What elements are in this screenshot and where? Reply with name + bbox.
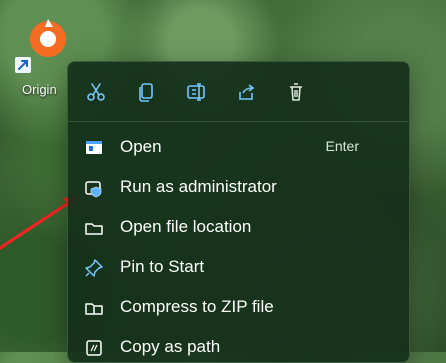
origin-app-icon (30, 19, 66, 57)
menu-item-run-as-administrator[interactable]: Run as administrator (68, 167, 409, 207)
menu-item-label: Run as administrator (120, 177, 277, 196)
share-icon (239, 84, 255, 100)
rename-button[interactable] (184, 80, 208, 104)
copy-button[interactable] (134, 80, 158, 104)
menu-item-label: Copy as path (120, 337, 221, 356)
copy-path-icon (86, 340, 102, 356)
menu-item-copy-as-path[interactable]: Copy as path (68, 327, 409, 362)
shortcut-arrow-icon (15, 57, 31, 73)
admin-shield-icon (85, 181, 102, 198)
menu-item-label: Pin to Start (120, 257, 205, 276)
copy-icon (139, 83, 153, 102)
menu-item-label: Compress to ZIP file (120, 297, 274, 316)
menu-item-label: Open (120, 137, 162, 156)
zip-folder-icon (85, 303, 103, 315)
menu-item-pin-to-start[interactable]: Pin to Start (68, 247, 409, 287)
menu-item-open-file-location[interactable]: Open file location (68, 207, 409, 247)
trash-icon (290, 83, 302, 101)
open-icon (86, 141, 102, 154)
delete-button[interactable] (284, 80, 308, 104)
scissors-icon (87, 83, 105, 101)
folder-icon (85, 223, 103, 235)
menu-item-open[interactable]: Open Enter (68, 127, 409, 167)
menu-item-compress-to-zip-file[interactable]: Compress to ZIP file (68, 287, 409, 327)
pin-icon (85, 259, 103, 277)
cut-button[interactable] (84, 80, 108, 104)
context-toolbar (68, 62, 409, 122)
menu-item-shortcut: Enter (325, 138, 359, 154)
context-menu: Open Enter Run as administrator Open fil… (67, 61, 410, 363)
desktop-icon-label: Origin (22, 82, 57, 97)
rename-icon (187, 83, 205, 101)
desktop-shortcut-origin[interactable]: Origin (8, 13, 76, 101)
menu-item-label: Open file location (120, 217, 252, 236)
share-button[interactable] (234, 80, 258, 104)
